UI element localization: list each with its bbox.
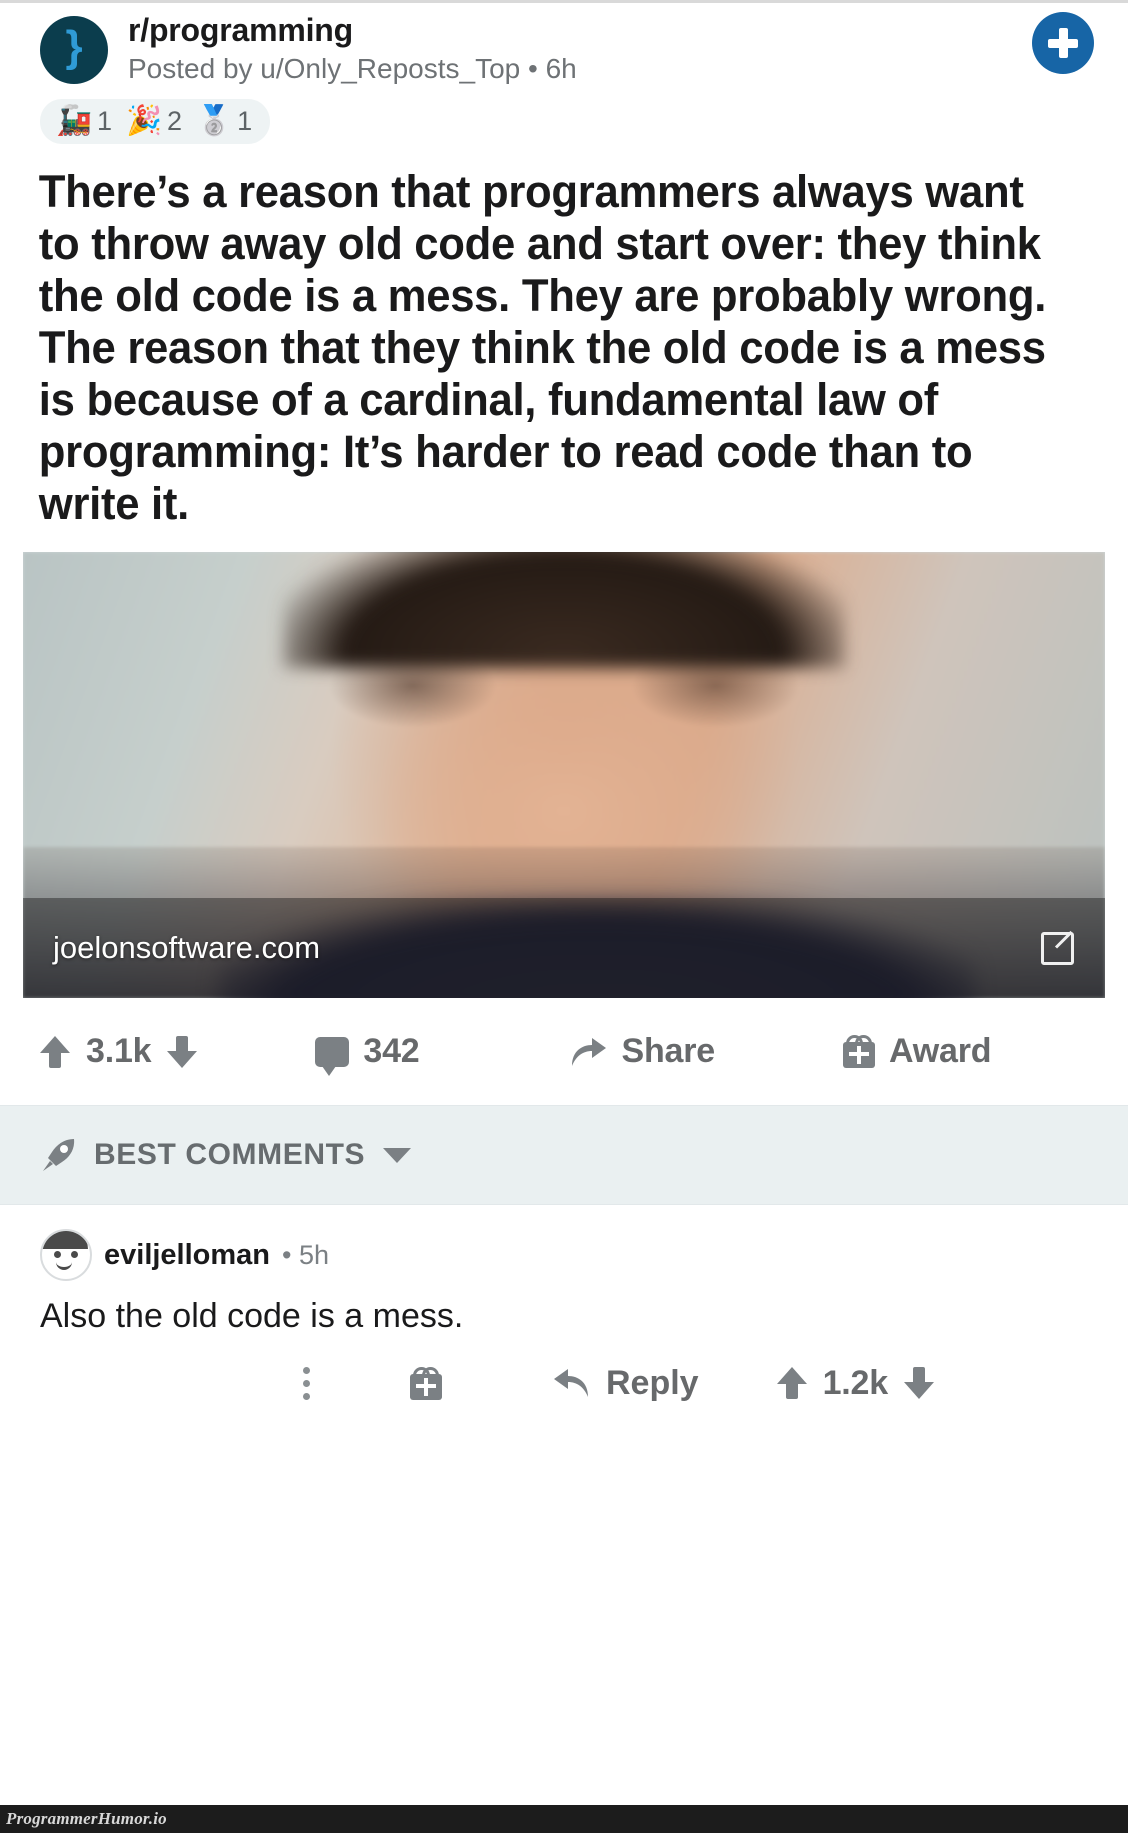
post-score: 3.1k: [86, 1032, 152, 1071]
reddit-post-screenshot: } r/programming Posted by u/Only_Reposts…: [0, 0, 1128, 1833]
award-badge[interactable]: 🎉 2: [126, 106, 182, 137]
award-label: Award: [889, 1032, 992, 1071]
comments-button[interactable]: 342: [315, 1032, 420, 1076]
link-preview-image[interactable]: joelonsoftware.com: [23, 552, 1105, 999]
gift-award-icon: [843, 1035, 876, 1069]
external-link-icon[interactable]: [1041, 931, 1075, 966]
avatar[interactable]: [40, 1229, 92, 1282]
rocket-icon: [40, 1136, 78, 1174]
reddit-train-award-icon: 🚂: [56, 105, 93, 138]
kebab-menu-icon[interactable]: [302, 1366, 310, 1400]
award-badge[interactable]: 🥈 1: [196, 106, 252, 137]
comment-bubble-icon: [315, 1036, 350, 1076]
link-preview-caption[interactable]: joelonsoftware.com: [23, 898, 1105, 999]
comment-author[interactable]: eviljelloman: [104, 1239, 270, 1272]
comment-body: Also the old code is a mess.: [40, 1297, 464, 1336]
join-subreddit-button[interactable]: [1032, 12, 1094, 74]
comment-score: 1.2k: [822, 1363, 889, 1402]
rocket-like-award-icon: 🎉: [126, 105, 163, 138]
reply-arrow-icon: [552, 1366, 592, 1400]
comment-action-bar: Reply 1.2k: [40, 1364, 1088, 1403]
watermark-text: ProgrammerHumor.io: [6, 1809, 167, 1828]
comments-count: 342: [363, 1032, 420, 1071]
award-badge[interactable]: 🚂 1: [56, 106, 112, 137]
share-button[interactable]: Share: [568, 1032, 716, 1071]
sort-label: BEST COMMENTS: [94, 1138, 366, 1172]
comment-header: eviljelloman • 5h: [40, 1229, 1088, 1282]
gift-award-icon[interactable]: [410, 1366, 442, 1400]
subreddit-avatar[interactable]: }: [40, 16, 108, 84]
post-title[interactable]: There’s a reason that programmers always…: [0, 144, 1094, 530]
watermark-bar: ProgrammerHumor.io: [0, 1805, 1128, 1833]
upvote-arrow-icon[interactable]: [776, 1367, 807, 1400]
preview-photo-hair: [282, 552, 846, 669]
reply-label: Reply: [606, 1363, 699, 1402]
link-domain-label[interactable]: joelonsoftware.com: [53, 930, 320, 966]
post-header: } r/programming Posted by u/Only_Reposts…: [0, 0, 1128, 85]
award-count: 1: [237, 106, 253, 137]
post-byline[interactable]: Posted by u/Only_Reposts_Top • 6h: [128, 52, 577, 86]
comment-timestamp: • 5h: [282, 1239, 330, 1270]
chevron-down-icon[interactable]: [383, 1147, 412, 1163]
downvote-arrow-icon[interactable]: [167, 1035, 198, 1068]
award-count: 1: [97, 106, 113, 137]
award-count: 2: [167, 106, 183, 137]
upvote-arrow-icon[interactable]: [40, 1035, 70, 1068]
comment-thread: eviljelloman • 5h Also the old code is a…: [0, 1205, 1128, 1403]
subreddit-name[interactable]: r/programming: [128, 12, 577, 50]
comments-sort-bar[interactable]: BEST COMMENTS: [0, 1105, 1128, 1206]
reply-button[interactable]: Reply: [552, 1364, 699, 1403]
share-arrow-icon: [568, 1035, 608, 1069]
curly-brace-icon: }: [65, 22, 83, 71]
post-header-text: r/programming Posted by u/Only_Reposts_T…: [128, 12, 577, 85]
downvote-arrow-icon[interactable]: [903, 1367, 934, 1400]
awards-pill[interactable]: 🚂 1 🎉 2 🥈 1: [40, 99, 271, 145]
award-button[interactable]: Award: [843, 1032, 992, 1071]
post-action-bar: 3.1k 342 Share Award: [0, 998, 1128, 1105]
share-label: Share: [621, 1032, 716, 1071]
silver-award-icon: 🥈: [196, 105, 233, 138]
post-card: } r/programming Posted by u/Only_Reposts…: [0, 0, 1128, 1106]
